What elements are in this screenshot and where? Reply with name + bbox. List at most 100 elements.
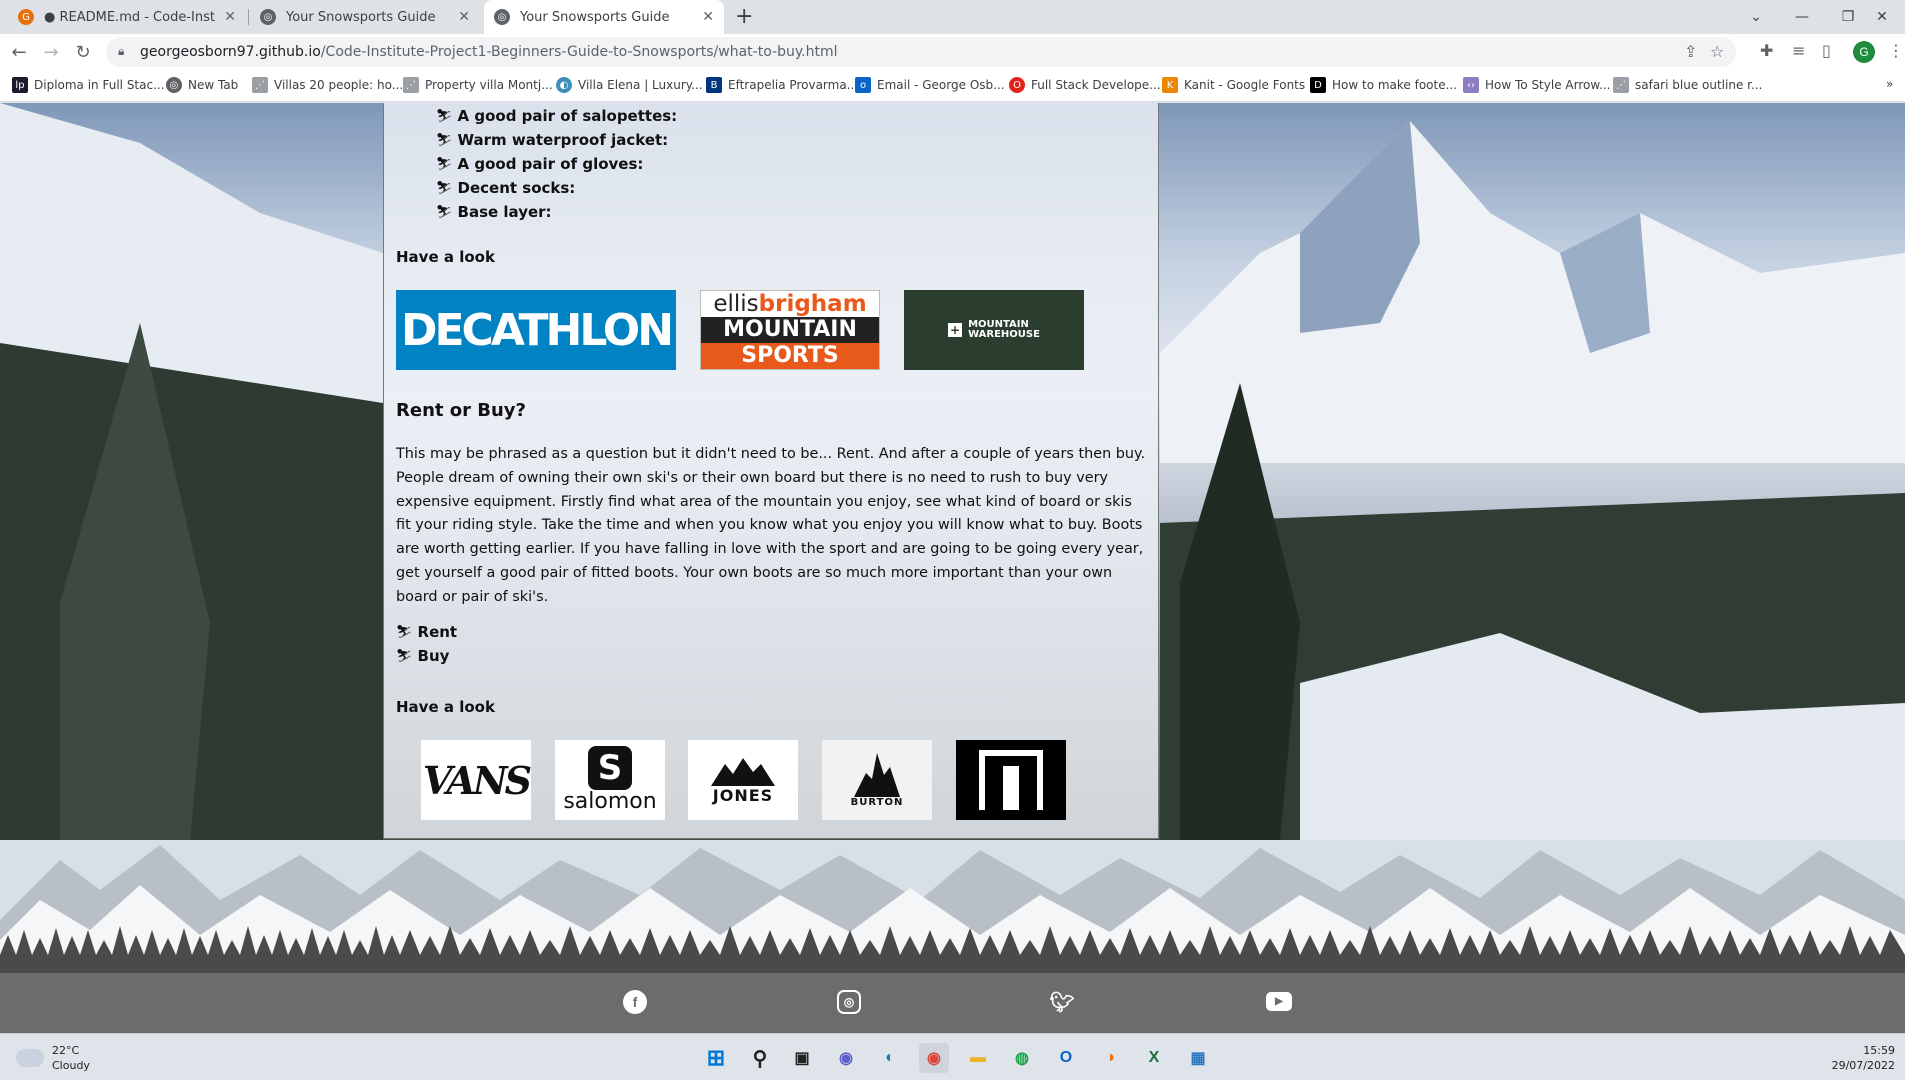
excel-icon[interactable]: X [1139,1043,1169,1073]
minimize-button[interactable]: — [1779,0,1825,34]
menu-icon[interactable]: ⋮ [1888,41,1904,60]
outlook-icon[interactable]: O [1051,1043,1081,1073]
facebook-icon[interactable]: f [623,990,647,1014]
web-page: ⛷︎ A good pair of salopettes: ⛷︎ Warm wate… [0,103,1905,1033]
instagram-icon[interactable]: ◎ [837,990,861,1014]
vans-logo-link[interactable]: VANS [421,740,531,820]
search-icon[interactable]: ⚲ [745,1043,775,1073]
edge-icon[interactable]: ◐ [875,1043,905,1073]
mountain-warehouse-logo-link[interactable]: + MOUNTAIN WAREHOUSE [904,290,1084,370]
mountain-warehouse-icon: + [948,323,963,337]
tab-search-icon[interactable]: ⌄ [1733,0,1779,34]
task-view-icon[interactable]: ▣ [787,1043,817,1073]
windows-taskbar: 22°C Cloudy ⊞ ⚲ ▣ ◉ ◐ ◉ ▬ ◍ O ◑ X ▦ 15:5… [0,1033,1905,1080]
list-item: ⛷︎ A good pair of salopettes: [436,107,678,125]
tab-divider [248,9,249,25]
salomon-s-icon: S [588,746,632,790]
rent-or-buy-paragraph: This may be phrased as a question but it… [396,446,1146,605]
more-bookmarks-icon[interactable]: » [1886,77,1893,91]
bookmark-item[interactable]: ⋰ safari blue outline r... [1613,77,1762,93]
list-item: ⛷︎ Warm waterproof jacket: [436,131,669,149]
spotify-icon[interactable]: ◍ [1007,1043,1037,1073]
share-icon[interactable]: ⇪ [1684,42,1697,61]
bookmark-favicon-icon: ◐ [556,77,572,93]
bookmarks-bar: lp Diploma in Full Stac... ◎ New Tab ⋰ Vill… [0,70,1905,102]
bookmark-item[interactable]: ◎ New Tab [166,77,238,93]
bookmark-item[interactable]: B Eftrapelia Provarma... [706,77,858,93]
outlook-icon: o [855,77,871,93]
extensions-icon[interactable]: ✚ [1760,41,1773,60]
globe-icon: ◎ [166,77,182,93]
back-button[interactable]: ← [6,39,32,65]
gitpod-icon: G [18,9,34,25]
skier-icon: ⛷︎ [436,180,453,196]
file-explorer-icon[interactable]: ▬ [963,1043,993,1073]
tab-snowsports-1[interactable]: ◎ Your Snowsports Guide ✕ [250,0,480,34]
skier-icon: ⛷︎ [396,624,413,640]
tab-snowsports-active[interactable]: ◎ Your Snowsports Guide ✕ [484,0,724,34]
dev-icon: D [1310,77,1326,93]
toolbar: ← → ↻ 🔒︎ georgeosborn97.github.io/Code-I… [0,34,1905,70]
windows-start-icon[interactable]: ⊞ [701,1043,731,1073]
bookmark-item[interactable]: ⋰ Villas 20 people: ho... [252,77,403,93]
list-item: ⛷︎ Rent [396,623,458,641]
photos-icon[interactable]: ▦ [1183,1043,1213,1073]
skier-icon: ⛷︎ [436,156,453,172]
rent-or-buy-heading: Rent or Buy? [396,400,526,421]
bookmark-item[interactable]: O Full Stack Develope... [1009,77,1161,93]
new-tab-button[interactable]: + [735,4,753,30]
address-bar[interactable]: 🔒︎ georgeosborn97.github.io/Code-Institu… [106,37,1736,67]
burton-logo-link[interactable]: BURTON [822,740,932,820]
bookmark-item[interactable]: o Email - George Osb... [855,77,1005,93]
burton-mountain-icon [854,752,900,797]
bookmark-item[interactable]: lp Diploma in Full Stac... [12,77,165,93]
list-item: ⛷︎ A good pair of gloves: [436,155,644,173]
bookmark-item[interactable]: D How to make foote... [1310,77,1457,93]
jones-logo-link[interactable]: JONES [688,740,798,820]
cloud-icon [16,1049,44,1067]
youtube-icon[interactable]: ▶ [1266,992,1292,1011]
tab-strip: G ● README.md - Code-Institute-P ✕ ◎ You… [0,0,1905,34]
decathlon-logo-link[interactable]: DECATHLON [396,290,676,370]
bookmark-item[interactable]: ◐ Villa Elena | Luxury... [556,77,703,93]
have-a-look-label: Have a look [396,698,495,716]
salomon-logo-link[interactable]: S salomon [555,740,665,820]
bookmark-favicon-icon: ⋰ [403,77,419,93]
bookmark-item[interactable]: ⋰ Property villa Montj... [403,77,553,93]
system-clock[interactable]: 15:59 29/07/2022 [1832,1043,1895,1073]
bookmark-star-icon[interactable]: ☆ [1710,42,1724,61]
main-content-panel: ⛷︎ A good pair of salopettes: ⛷︎ Warm wate… [383,103,1159,839]
have-a-look-label: Have a look [396,248,495,266]
app-icon[interactable]: ◑ [1095,1043,1125,1073]
forward-button[interactable]: → [38,39,64,65]
teams-chat-icon[interactable]: ◉ [831,1043,861,1073]
close-tab-icon[interactable]: ✕ [702,9,714,25]
bookmark-item[interactable]: ‹› How To Style Arrow... [1463,77,1611,93]
profile-avatar[interactable]: G [1853,41,1875,63]
close-window-button[interactable]: ✕ [1859,0,1905,34]
tab-readme[interactable]: G ● README.md - Code-Institute-P ✕ [8,0,246,34]
list-item: ⛷︎ Decent socks: [436,179,576,197]
ellis-brigham-logo-link[interactable]: ellisbrigham MOUNTAIN SPORTS [700,290,880,370]
close-tab-icon[interactable]: ✕ [458,9,470,25]
skier-icon: ⛷︎ [436,204,453,220]
reading-list-icon[interactable]: ≡ [1792,41,1805,60]
close-tab-icon[interactable]: ✕ [224,9,236,25]
brand-logo-link[interactable] [956,740,1066,820]
footer: f ◎ 🐦︎ ▶ [0,973,1905,1033]
url-text[interactable]: georgeosborn97.github.io/Code-Institute-… [140,44,837,60]
twitter-icon[interactable]: 🐦︎ [1049,990,1074,1014]
weather-widget[interactable]: 22°C Cloudy [16,1043,90,1073]
booking-icon: B [706,77,722,93]
lock-icon[interactable]: 🔒︎ [118,44,124,59]
reload-button[interactable]: ↻ [70,39,96,65]
jones-mountain-icon [711,757,775,786]
chrome-icon[interactable]: ◉ [919,1043,949,1073]
side-panel-icon[interactable]: ▯ [1822,41,1831,60]
google-fonts-icon: K [1162,77,1178,93]
list-item: ⛷︎ Base layer: [436,203,552,221]
bookmark-item[interactable]: K Kanit - Google Fonts [1162,77,1305,93]
bookmark-favicon-icon: lp [12,77,28,93]
brand-frame-icon [979,750,1043,810]
bookmark-favicon-icon: O [1009,77,1025,93]
